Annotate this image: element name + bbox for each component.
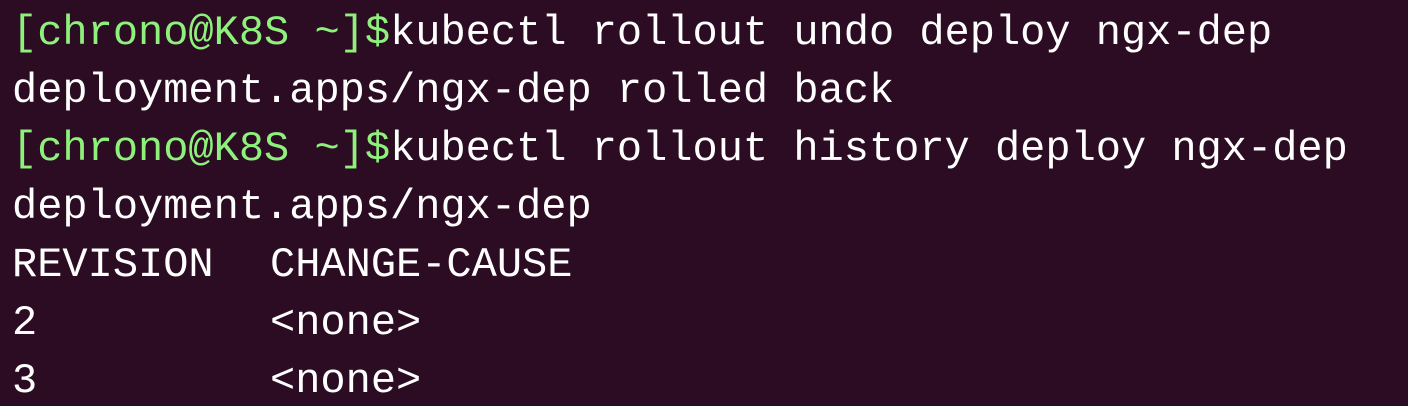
terminal-window[interactable]: [chrono@K8S ~]$kubectl rollout undo depl… [0,0,1408,406]
column-header-revision: REVISION [12,241,214,289]
change-cause-cell: <none> [270,299,422,347]
history-table-row: 2 <none> [12,294,1408,352]
column-header-change-cause: CHANGE-CAUSE [270,241,573,289]
history-table-header: REVISION CHANGE-CAUSE [12,236,1408,294]
shell-prompt: [chrono@K8S ~]$ [12,9,391,57]
change-cause-cell: <none> [270,357,422,405]
output-line: deployment.apps/ngx-dep rolled back [12,67,895,115]
command-line-history: [chrono@K8S ~]$kubectl rollout history d… [12,120,1408,178]
history-table-row: 3 <none> [12,352,1408,406]
shell-prompt: [chrono@K8S ~]$ [12,125,391,173]
revision-cell: 2 [12,299,38,347]
command-line-undo: [chrono@K8S ~]$kubectl rollout undo depl… [12,4,1408,62]
command-text: kubectl rollout undo deploy ngx-dep [390,9,1273,57]
revision-cell: 3 [12,357,38,405]
output-line: deployment.apps/ngx-dep [12,183,592,231]
command-text: kubectl rollout history deploy ngx-dep [390,125,1348,173]
